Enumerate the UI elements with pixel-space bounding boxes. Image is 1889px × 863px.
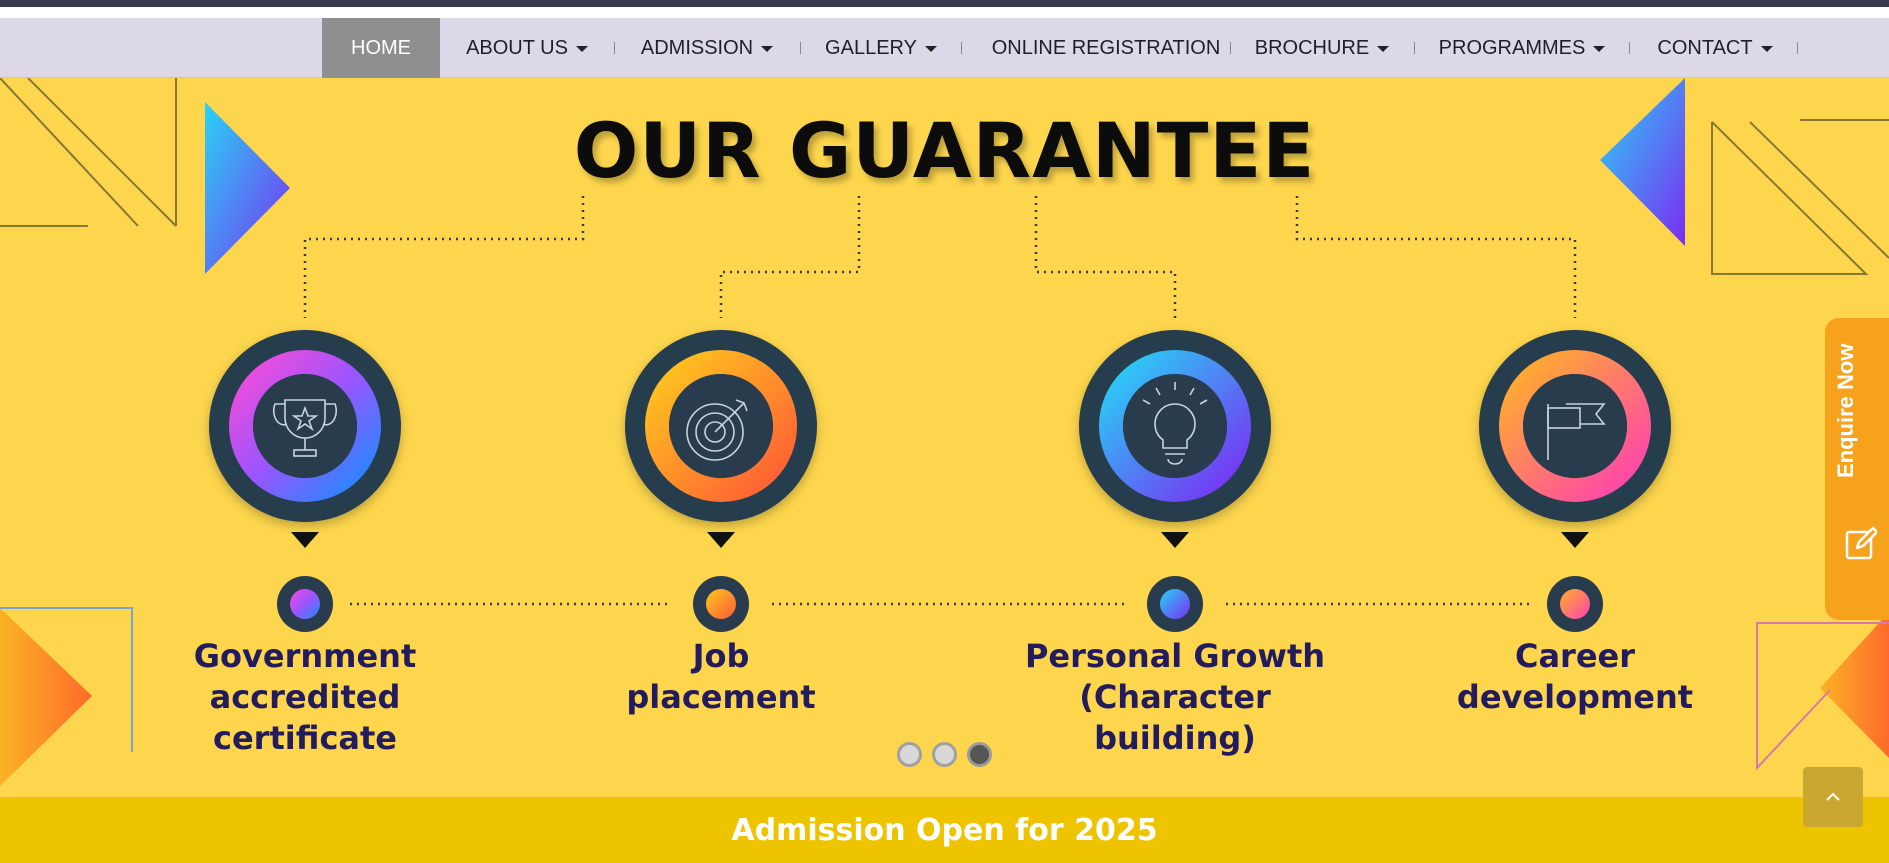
nav-item-about-us[interactable]: ABOUT US bbox=[462, 18, 592, 78]
hero-slide: OUR GUARANTEE Government accredited cert… bbox=[0, 78, 1889, 798]
triangle-decoration bbox=[1820, 612, 1889, 758]
nav-item-contact[interactable]: CONTACT bbox=[1650, 18, 1780, 78]
nav-separator bbox=[1230, 42, 1231, 54]
nav-separator bbox=[1629, 42, 1630, 54]
feature-label-1: Government accredited certificate bbox=[160, 636, 450, 759]
top-spacer bbox=[0, 7, 1889, 18]
admission-banner-text: Admission Open for 2025 bbox=[731, 812, 1158, 848]
nav-item-gallery[interactable]: GALLERY bbox=[822, 18, 940, 78]
nav-item-label: BROCHURE bbox=[1254, 36, 1370, 59]
nav-separator bbox=[1414, 42, 1415, 54]
nav-item-programmes[interactable]: PROGRAMMES bbox=[1436, 18, 1608, 78]
edit-icon bbox=[1845, 526, 1877, 560]
nav-separator bbox=[614, 42, 615, 54]
chevron-up-icon bbox=[1826, 792, 1840, 801]
caret-down-icon bbox=[1760, 46, 1773, 52]
triangle-decoration bbox=[0, 608, 92, 786]
feature-label-4: Career development bbox=[1420, 636, 1730, 718]
main-navigation: HOME ABOUT US ADMISSION GALLERY ONLINE R… bbox=[0, 18, 1889, 78]
nav-item-admission[interactable]: ADMISSION bbox=[636, 18, 778, 78]
slider-dot-2[interactable] bbox=[932, 742, 957, 767]
top-accent-bar bbox=[0, 0, 1889, 7]
caret-down-icon bbox=[924, 46, 937, 52]
nav-item-label: GALLERY bbox=[825, 36, 917, 59]
hero-title: OUR GUARANTEE bbox=[573, 106, 1316, 195]
feature-badge-2 bbox=[625, 330, 817, 632]
feature-label-line: placement bbox=[626, 678, 816, 716]
feature-label-line: building) bbox=[1094, 719, 1256, 757]
back-to-top-button[interactable] bbox=[1803, 767, 1863, 827]
nav-item-label: PROGRAMMES bbox=[1438, 36, 1586, 59]
feature-label-2: Job placement bbox=[576, 636, 866, 718]
feature-label-line: accredited bbox=[209, 678, 401, 716]
slider-pagination bbox=[897, 742, 992, 767]
nav-item-label: ADMISSION bbox=[640, 36, 754, 59]
feature-label-3: Personal Growth (Character building) bbox=[1000, 636, 1350, 759]
connector-lines bbox=[303, 196, 1577, 606]
admission-banner: Admission Open for 2025 bbox=[0, 797, 1889, 863]
nav-item-label: HOME bbox=[351, 36, 411, 59]
feature-badge-1 bbox=[209, 330, 401, 632]
nav-item-label: ABOUT US bbox=[466, 36, 568, 59]
feature-label-line: (Character bbox=[1079, 678, 1271, 716]
caret-down-icon bbox=[575, 46, 588, 52]
nav-item-online-registration[interactable]: ONLINE REGISTRATION bbox=[982, 18, 1230, 78]
slider-dot-3[interactable] bbox=[967, 742, 992, 767]
feature-label-line: Career bbox=[1514, 637, 1636, 675]
feature-label-line: Personal Growth bbox=[1024, 637, 1326, 675]
feature-label-line: Job bbox=[692, 637, 750, 675]
feature-label-line: certificate bbox=[213, 719, 397, 757]
nav-item-brochure[interactable]: BROCHURE bbox=[1252, 18, 1392, 78]
nav-item-label: CONTACT bbox=[1657, 36, 1753, 59]
enquire-now-tab[interactable]: Enquire Now bbox=[1825, 318, 1889, 620]
caret-down-icon bbox=[1377, 46, 1390, 52]
feature-label-line: Government bbox=[193, 637, 417, 675]
enquire-now-label: Enquire Now bbox=[1833, 343, 1858, 478]
slider-dot-1[interactable] bbox=[897, 742, 922, 767]
nav-separator bbox=[1797, 42, 1798, 54]
nav-item-label: ONLINE REGISTRATION bbox=[991, 36, 1221, 59]
nav-separator bbox=[961, 42, 962, 54]
feature-label-line: development bbox=[1456, 678, 1694, 716]
feature-badge-3 bbox=[1079, 330, 1271, 632]
nav-separator bbox=[800, 42, 801, 54]
caret-down-icon bbox=[761, 46, 774, 52]
caret-down-icon bbox=[1593, 46, 1606, 52]
feature-badge-4 bbox=[1479, 330, 1671, 632]
nav-item-home[interactable]: HOME bbox=[322, 18, 440, 78]
